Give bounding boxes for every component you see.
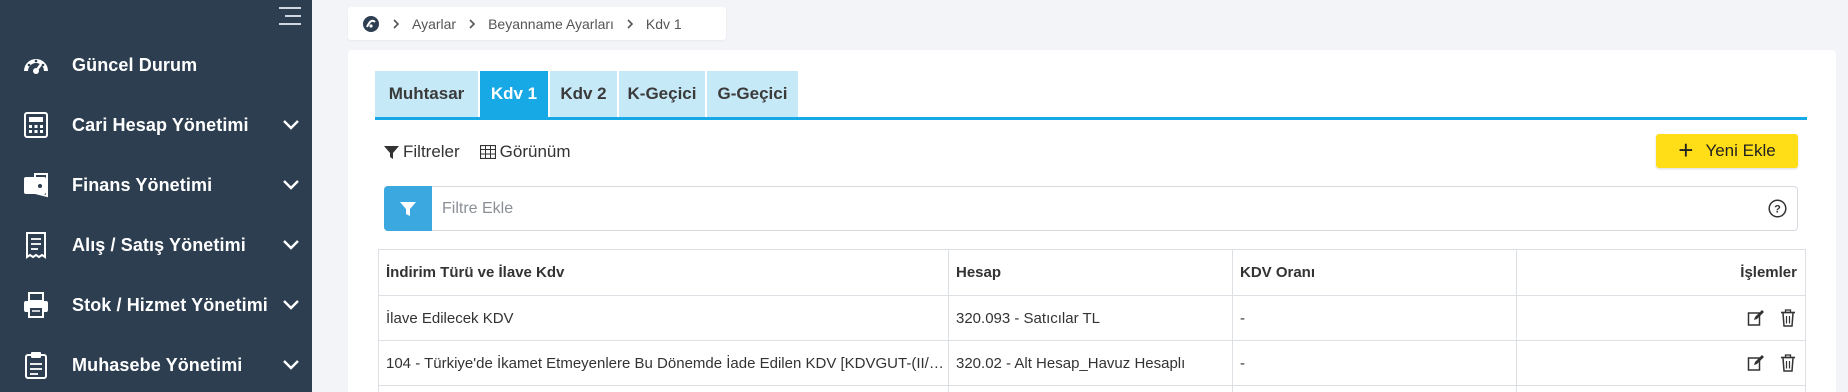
chevron-down-icon <box>283 180 299 190</box>
dashboard-icon <box>24 59 48 74</box>
tab-kdv1[interactable]: Kdv 1 <box>480 71 548 117</box>
column-header-account[interactable]: Hesap <box>949 250 1233 295</box>
data-table: İndirim Türü ve İlave Kdv Hesap KDV Oran… <box>378 249 1806 392</box>
funnel-icon <box>400 201 416 216</box>
tab-bar: Muhtasar Kdv 1 Kdv 2 K-Geçici G-Geçici <box>375 71 800 117</box>
breadcrumb-item-current: Kdv 1 <box>645 15 682 32</box>
cell-rate: - <box>1240 354 1245 372</box>
printer-icon <box>24 292 48 318</box>
cell-account: 320.093 - Satıcılar TL <box>956 309 1100 327</box>
sidebar-item-label: Cari Hesap Yönetimi <box>72 114 249 135</box>
breadcrumb-item-beyanname-ayarlari[interactable]: Beyanname Ayarları <box>488 16 614 32</box>
column-header-kdv-rate[interactable]: KDV Oranı <box>1233 250 1517 295</box>
hamburger-menu-icon[interactable] <box>277 7 301 27</box>
tab-muhtasar[interactable]: Muhtasar <box>375 71 478 117</box>
add-new-label: Yeni Ekle <box>1705 141 1776 160</box>
receipt-icon <box>26 232 46 259</box>
tab-underline <box>375 117 1807 120</box>
sidebar: Güncel Durum Cari Hesap Yönetimi Finans … <box>0 0 312 392</box>
add-new-button[interactable]: + Yeni Ekle <box>1656 134 1798 168</box>
breadcrumb-item-ayarlar[interactable]: Ayarlar <box>412 16 456 32</box>
plus-icon: + <box>1678 135 1694 165</box>
cell-type: İlave Edilecek KDV <box>386 309 514 327</box>
edit-icon[interactable] <box>1747 354 1765 372</box>
chevron-right-icon <box>393 18 400 29</box>
clipboard-icon <box>25 352 47 379</box>
sidebar-item-label: Finans Yönetimi <box>72 174 213 195</box>
sidebar-item-label: Stok / Hizmet Yönetimi <box>72 294 268 315</box>
wallet-icon <box>24 173 48 198</box>
sidebar-item-label: Alış / Satış Yönetimi <box>72 234 246 255</box>
sidebar-item-muhasebe[interactable]: Muhasebe Yönetimi <box>0 335 312 392</box>
filter-input[interactable] <box>442 187 1742 230</box>
sidebar-item-stok-hizmet[interactable]: Stok / Hizmet Yönetimi <box>0 275 312 335</box>
cell-type: 104 - Türkiye'de İkamet Etmeyenlere Bu D… <box>386 354 948 372</box>
filter-bar: ? <box>384 186 1798 231</box>
column-header-actions: İşlemler <box>1740 264 1797 281</box>
table-grid-icon <box>479 145 496 159</box>
tab-kdv2[interactable]: Kdv 2 <box>550 71 617 117</box>
chevron-right-icon <box>627 18 634 29</box>
trash-icon[interactable] <box>1779 309 1797 327</box>
table-row-partial <box>379 386 1805 392</box>
tab-k-gecici[interactable]: K-Geçici <box>619 71 705 117</box>
sidebar-item-alis-satis[interactable]: Alış / Satış Yönetimi <box>0 215 312 275</box>
view-button[interactable]: Görünüm <box>479 142 571 162</box>
breadcrumb: Ayarlar Beyanname Ayarları Kdv 1 <box>348 7 726 40</box>
chevron-down-icon <box>283 360 299 370</box>
filters-label: Filtreler <box>403 142 460 161</box>
cell-account: 320.02 - Alt Hesap_Havuz Hesaplı <box>956 354 1186 372</box>
table-row[interactable]: 104 - Türkiye'de İkamet Etmeyenlere Bu D… <box>379 341 1805 386</box>
toolbar: Filtreler Görünüm <box>384 142 591 162</box>
chevron-down-icon <box>283 120 299 130</box>
table-row[interactable]: İlave Edilecek KDV 320.093 - Satıcılar T… <box>379 296 1805 341</box>
sidebar-item-label: Güncel Durum <box>72 54 198 75</box>
filters-button[interactable]: Filtreler <box>384 142 460 162</box>
sidebar-item-label: Muhasebe Yönetimi <box>72 354 243 375</box>
chevron-right-icon <box>469 18 476 29</box>
edit-icon[interactable] <box>1747 309 1765 327</box>
view-label: Görünüm <box>499 142 571 161</box>
filter-toggle-button[interactable] <box>384 186 432 231</box>
trash-icon[interactable] <box>1779 354 1797 372</box>
calculator-icon <box>24 112 48 138</box>
sidebar-item-guncel-durum[interactable]: Güncel Durum <box>0 35 312 95</box>
cell-rate: - <box>1240 309 1245 327</box>
sidebar-item-finans[interactable]: Finans Yönetimi <box>0 155 312 215</box>
tab-g-gecici[interactable]: G-Geçici <box>707 71 798 117</box>
svg-text:?: ? <box>1774 204 1781 216</box>
funnel-icon <box>384 145 399 159</box>
sidebar-item-cari-hesap[interactable]: Cari Hesap Yönetimi <box>0 95 312 155</box>
help-icon[interactable]: ? <box>1768 199 1787 218</box>
table-header-row: İndirim Türü ve İlave Kdv Hesap KDV Oran… <box>379 250 1805 296</box>
chevron-down-icon <box>283 240 299 250</box>
column-header-type[interactable]: İndirim Türü ve İlave Kdv <box>379 250 949 295</box>
chevron-down-icon <box>283 300 299 310</box>
home-logo-icon[interactable] <box>362 15 380 33</box>
